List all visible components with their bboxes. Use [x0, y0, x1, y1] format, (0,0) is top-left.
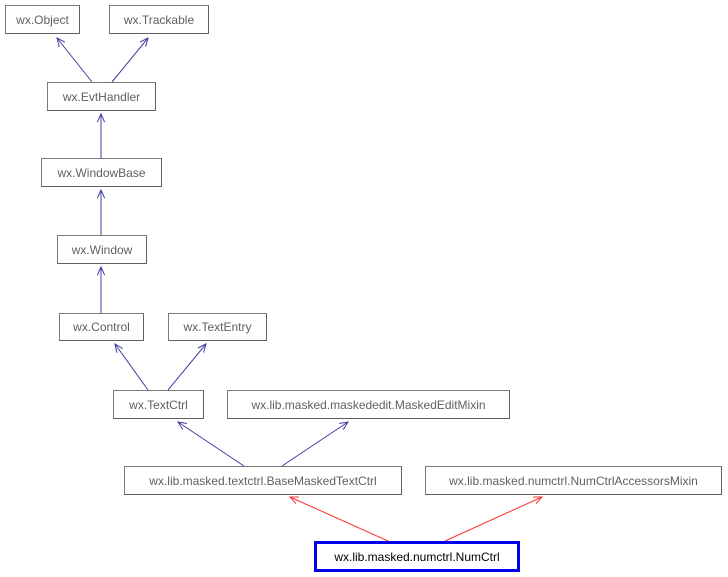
edge-numctrl-to-basemaskedtextctrl	[289, 496, 389, 542]
class-node-wx-textentry[interactable]: wx.TextEntry	[168, 313, 267, 341]
edge-textctrl-to-textentry	[167, 343, 207, 391]
class-node-wx-textctrl[interactable]: wx.TextCtrl	[113, 390, 204, 419]
edge-numctrl-to-numctrlaccessorsmixin	[444, 496, 543, 542]
edge-textctrl-to-control	[114, 343, 149, 391]
class-node-numctrl-current[interactable]: wx.lib.masked.numctrl.NumCtrl	[314, 541, 520, 572]
class-node-wx-windowbase[interactable]: wx.WindowBase	[41, 158, 162, 187]
class-node-wx-evthandler[interactable]: wx.EvtHandler	[47, 82, 156, 111]
edge-evthandler-to-trackable	[111, 37, 149, 83]
class-node-numctrlaccessorsmixin[interactable]: wx.lib.masked.numctrl.NumCtrlAccessorsMi…	[425, 466, 722, 495]
edge-evthandler-to-object	[56, 37, 93, 83]
class-node-wx-object[interactable]: wx.Object	[5, 5, 80, 34]
edge-basemaskedtextctrl-to-maskededitmixin	[281, 421, 349, 467]
class-node-maskededitmixin[interactable]: wx.lib.masked.maskededit.MaskedEditMixin	[227, 390, 510, 419]
class-node-wx-control[interactable]: wx.Control	[59, 313, 144, 341]
class-node-wx-window[interactable]: wx.Window	[57, 235, 147, 264]
edge-basemaskedtextctrl-to-textctrl	[177, 421, 245, 467]
class-node-basemaskedtextctrl[interactable]: wx.lib.masked.textctrl.BaseMaskedTextCtr…	[124, 466, 402, 495]
class-node-wx-trackable[interactable]: wx.Trackable	[109, 5, 209, 34]
